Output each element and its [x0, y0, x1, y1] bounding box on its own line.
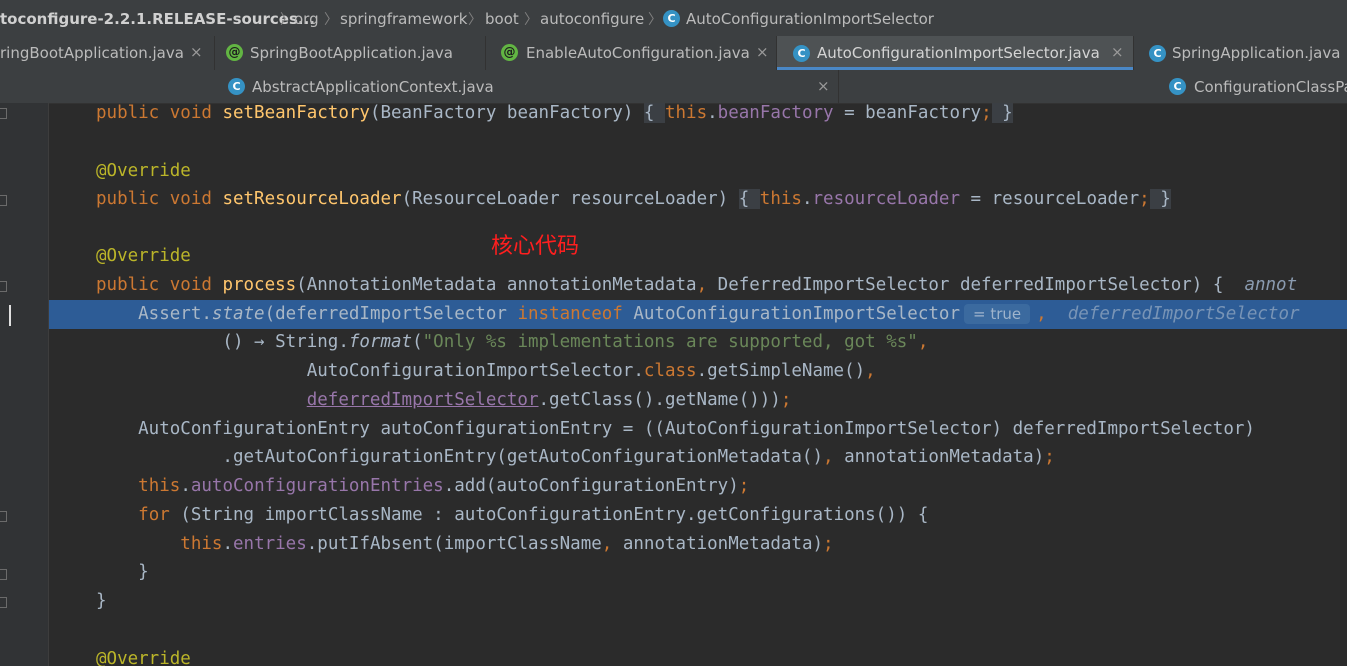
tab-label: AbstractApplicationContext.java: [252, 78, 494, 96]
tab-enableautoconfiguration[interactable]: @ EnableAutoConfiguration.java ×: [486, 36, 777, 70]
code-editor[interactable]: public void setBeanFactory(BeanFactory b…: [49, 103, 1347, 666]
fold-icon[interactable]: [0, 281, 7, 292]
code-line: .getAutoConfigurationEntry(getAutoConfig…: [96, 447, 1055, 467]
tab-label: ConfigurationClassPa: [1194, 78, 1347, 96]
class-icon: C: [793, 45, 810, 62]
tab-autoconfigurationimportselector[interactable]: C AutoConfigurationImportSelector.java ×: [777, 36, 1134, 70]
code-line: AutoConfigurationEntry autoConfiguration…: [96, 419, 1255, 439]
breadcrumb-separator: 〉: [648, 12, 662, 28]
close-icon[interactable]: ×: [190, 43, 203, 61]
code-line: for (String importClassName : autoConfig…: [138, 505, 929, 525]
close-icon[interactable]: ×: [756, 43, 769, 61]
code-line: }: [96, 562, 149, 582]
editor-tabs-row-2: C AbstractApplicationContext.java × C Co…: [0, 70, 1347, 104]
class-icon: C: [663, 10, 680, 27]
tab-springapplication[interactable]: C SpringApplication.java: [1134, 36, 1347, 70]
tab-label: ringBootApplication.java: [0, 44, 184, 62]
code-line: }: [96, 591, 107, 611]
tab-label: SpringApplication.java: [1172, 44, 1341, 62]
breadcrumb-separator: 〉: [324, 12, 338, 28]
annotation-icon: @: [501, 44, 518, 61]
annotation-icon: @: [226, 44, 243, 61]
breadcrumb-separator: 〉: [468, 12, 482, 28]
code-line: @Override: [96, 161, 191, 181]
code-line: public void process(AnnotationMetadata a…: [96, 275, 1298, 295]
breadcrumb-separator: 〉: [524, 12, 538, 28]
fold-icon[interactable]: [0, 569, 7, 580]
breadcrumb-springframework[interactable]: springframework: [340, 10, 467, 28]
class-icon: C: [228, 78, 245, 95]
tab-springbootapplication-left[interactable]: ringBootApplication.java ×: [0, 36, 215, 70]
class-icon: C: [1169, 78, 1186, 95]
breadcrumb-org[interactable]: org: [294, 10, 319, 28]
code-line: public void setResourceLoader(ResourceLo…: [96, 189, 1171, 209]
tab-label: SpringBootApplication.java: [250, 44, 453, 62]
editor-gutter: [0, 103, 49, 666]
parameter-hint: deferredImportSelector: [1067, 304, 1300, 324]
inline-value-hint: = true: [964, 304, 1031, 324]
current-line: Assert.state(deferredImportSelector inst…: [49, 300, 1347, 329]
tab-label: AutoConfigurationImportSelector.java: [817, 44, 1100, 62]
breadcrumb-class[interactable]: AutoConfigurationImportSelector: [686, 10, 934, 28]
breadcrumb-separator: 〉: [280, 12, 294, 28]
breadcrumb-project[interactable]: toconfigure-2.2.1.RELEASE-sources...: [0, 10, 315, 28]
tab-abstractapplicationcontext[interactable]: C AbstractApplicationContext.java ×: [0, 70, 839, 103]
code-line: AutoConfigurationImportSelector.class.ge…: [96, 361, 876, 381]
breadcrumb-boot[interactable]: boot: [485, 10, 519, 28]
class-icon: C: [1149, 45, 1166, 62]
code-line: @Override: [96, 246, 191, 266]
code-line: public void setBeanFactory(BeanFactory b…: [96, 103, 1013, 123]
fold-icon[interactable]: [0, 597, 7, 608]
close-icon[interactable]: ×: [817, 77, 830, 95]
breadcrumb: toconfigure-2.2.1.RELEASE-sources... 〉 o…: [0, 0, 1347, 39]
fold-icon[interactable]: [0, 195, 7, 206]
fold-icon[interactable]: [0, 511, 7, 522]
tab-springbootapplication[interactable]: @ SpringBootApplication.java: [215, 36, 486, 70]
parameter-hint: annot: [1244, 275, 1298, 295]
code-line: () → String.format("Only %s implementati…: [96, 332, 929, 352]
annotation-note: 核心代码: [491, 234, 580, 259]
code-line: this.entries.putIfAbsent(importClassName…: [180, 534, 834, 554]
breadcrumb-autoconfigure[interactable]: autoconfigure: [540, 10, 644, 28]
code-line: deferredImportSelector.getClass().getNam…: [306, 390, 792, 410]
fold-icon[interactable]: [0, 108, 7, 119]
code-line: @Override: [96, 649, 191, 666]
code-line: this.autoConfigurationEntries.add(autoCo…: [138, 476, 750, 496]
tab-label: EnableAutoConfiguration.java: [526, 44, 750, 62]
editor-tabs-row-1: ringBootApplication.java × @ SpringBootA…: [0, 36, 1347, 71]
text-caret: [9, 305, 11, 326]
close-icon[interactable]: ×: [1111, 43, 1124, 61]
tab-configurationclassparser[interactable]: C ConfigurationClassPa: [839, 70, 1347, 103]
